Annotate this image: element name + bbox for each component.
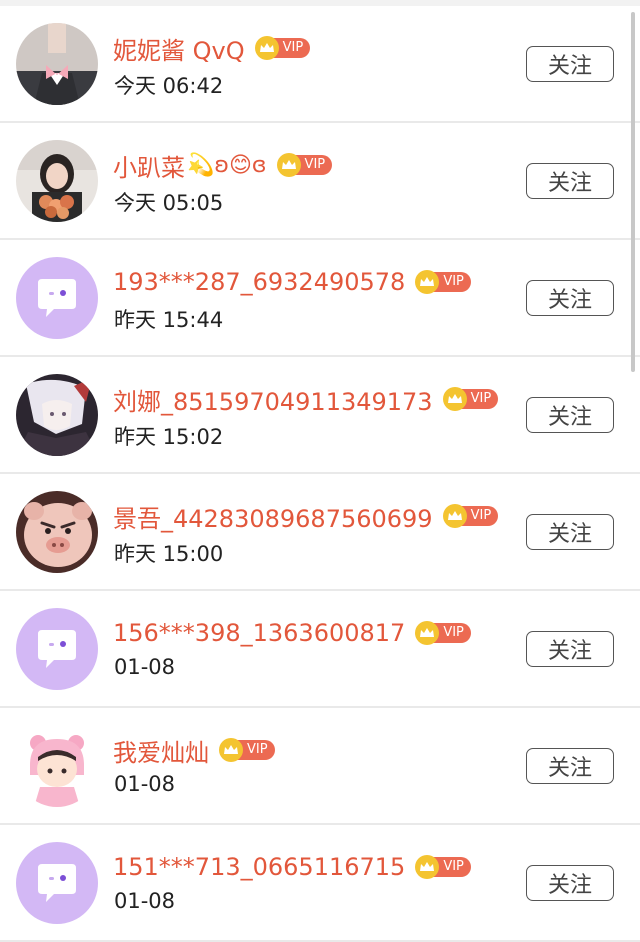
follow-time: 01-08 <box>114 655 176 679</box>
user-name[interactable]: 我爱灿灿 <box>113 733 209 768</box>
vip-badge: VIP <box>276 153 333 177</box>
crown-icon <box>254 36 279 60</box>
follow-button[interactable]: 关注 <box>526 514 614 550</box>
user-name[interactable]: 151***713_0665116715 <box>113 853 405 881</box>
user-name[interactable]: 妮妮酱 QvQ <box>113 31 245 66</box>
name-line: 我爱灿灿 VIP <box>113 732 275 768</box>
follow-time: 01-08 <box>114 772 176 796</box>
vip-badge: VIP <box>415 270 471 294</box>
avatar[interactable] <box>16 23 98 105</box>
avatar[interactable] <box>16 140 98 222</box>
follow-button[interactable]: 关注 <box>526 397 614 433</box>
follow-time: 昨天 15:44 <box>114 308 224 332</box>
avatar[interactable] <box>16 374 98 456</box>
follow-button[interactable]: 关注 <box>526 865 614 901</box>
follow-button[interactable]: 关注 <box>526 46 614 82</box>
name-line: 151***713_0665116715 VIP <box>113 849 471 885</box>
vip-badge: VIP <box>219 738 275 762</box>
vip-badge: VIP <box>415 621 471 645</box>
name-line: 156***398_1363600817 VIP <box>113 615 471 651</box>
list-item[interactable]: 景吾_44283089687560699 VIP 昨天 15:00 关注 <box>0 474 640 591</box>
crown-icon <box>276 153 301 177</box>
follow-button[interactable]: 关注 <box>526 163 614 199</box>
user-name[interactable]: 小趴菜 <box>113 148 185 183</box>
name-line: 景吾_44283089687560699 VIP <box>113 498 499 534</box>
user-name[interactable]: 193***287_6932490578 <box>113 268 405 296</box>
follow-time: 今天 05:05 <box>114 191 224 215</box>
crown-icon <box>442 504 467 528</box>
list-item[interactable]: 156***398_1363600817 VIP 01-08 关注 <box>0 591 640 708</box>
list-item[interactable]: 我爱灿灿 VIP 01-08 关注 <box>0 708 640 825</box>
follow-button[interactable]: 关注 <box>526 631 614 667</box>
vip-badge: VIP <box>442 387 499 411</box>
avatar[interactable] <box>16 257 98 339</box>
vip-badge: VIP <box>442 504 499 528</box>
list-item[interactable]: 妮妮酱 QvQ VIP 今天 06:42 关注 <box>0 6 640 123</box>
user-name[interactable]: 景吾_44283089687560699 <box>113 499 433 534</box>
follower-list: 妮妮酱 QvQ VIP 今天 06:42 关注 小趴菜 💫ʚ😊ɞ VIP 今天 … <box>0 6 640 942</box>
avatar[interactable] <box>16 842 98 924</box>
user-name[interactable]: 刘娜_85159704911349173 <box>113 382 433 417</box>
name-line: 刘娜_85159704911349173 VIP <box>113 381 499 417</box>
list-item[interactable]: 刘娜_85159704911349173 VIP 昨天 15:02 关注 <box>0 357 640 474</box>
follow-button[interactable]: 关注 <box>526 748 614 784</box>
user-name[interactable]: 156***398_1363600817 <box>113 619 405 647</box>
list-item[interactable]: 193***287_6932490578 VIP 昨天 15:44 关注 <box>0 240 640 357</box>
crown-icon <box>219 738 243 762</box>
vip-badge: VIP <box>415 855 471 879</box>
follow-button[interactable]: 关注 <box>526 280 614 316</box>
scrollbar[interactable] <box>631 12 635 372</box>
vip-badge: VIP <box>254 36 311 60</box>
avatar[interactable] <box>16 491 98 573</box>
list-item[interactable]: 151***713_0665116715 VIP 01-08 关注 <box>0 825 640 942</box>
list-item[interactable]: 小趴菜 💫ʚ😊ɞ VIP 今天 05:05 关注 <box>0 123 640 240</box>
name-line: 小趴菜 💫ʚ😊ɞ VIP <box>113 147 333 183</box>
name-line: 妮妮酱 QvQ VIP <box>113 30 311 66</box>
follow-time: 01-08 <box>114 889 176 913</box>
follow-time: 昨天 15:02 <box>114 425 224 449</box>
follow-time: 昨天 15:00 <box>114 542 224 566</box>
avatar[interactable] <box>16 608 98 690</box>
avatar[interactable] <box>16 725 98 807</box>
crown-icon <box>442 387 467 411</box>
name-line: 193***287_6932490578 VIP <box>113 264 471 300</box>
follow-time: 今天 06:42 <box>114 74 224 98</box>
name-emojis: 💫ʚ😊ɞ <box>187 152 267 178</box>
